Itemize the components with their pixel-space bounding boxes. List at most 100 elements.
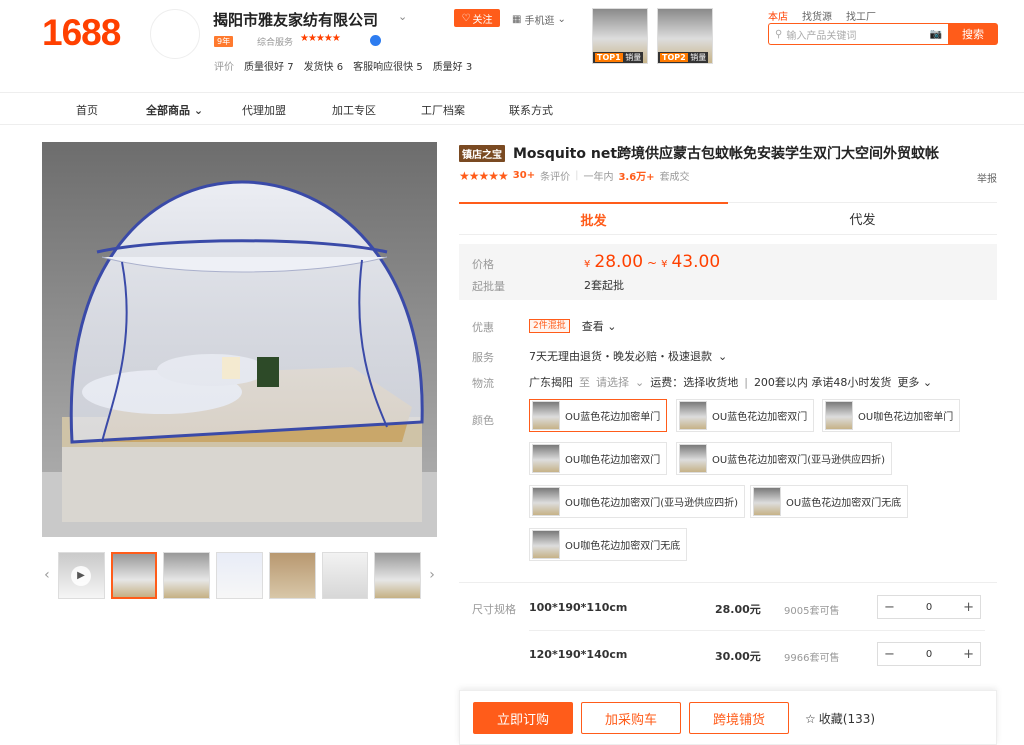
- minus-icon[interactable]: −: [884, 647, 895, 662]
- buy-now-button[interactable]: 立即订购: [473, 702, 573, 734]
- nav-processing[interactable]: 加工专区: [332, 102, 376, 118]
- price-panel: [459, 244, 997, 300]
- thumbnail-image[interactable]: [374, 551, 422, 599]
- thumbnail-image[interactable]: [163, 551, 211, 599]
- nav-agency[interactable]: 代理加盟: [242, 102, 286, 118]
- color-option[interactable]: OU蓝色花边加密双门(亚马逊供应四折): [676, 442, 892, 475]
- mobile-shop-link[interactable]: ▦ 手机逛 ⌄: [512, 12, 566, 27]
- logistics-label: 物流: [472, 377, 494, 390]
- favorite-label: 收藏(133): [818, 712, 876, 726]
- quantity-value[interactable]: 0: [926, 649, 932, 660]
- nav-all-products[interactable]: 全部商品 ⌄: [146, 102, 203, 118]
- price-label: 价格: [472, 258, 494, 271]
- review-count[interactable]: 30+: [513, 170, 535, 181]
- follow-label: 关注: [472, 14, 493, 26]
- mosquito-net-photo: [42, 142, 437, 537]
- color-option[interactable]: OU咖色花边加密双门: [529, 442, 668, 475]
- main-product-image[interactable]: [42, 142, 437, 537]
- follow-button[interactable]: ♡ 关注: [454, 9, 500, 27]
- service-label: 综合服务: [257, 38, 294, 48]
- chevron-down-icon: ⌄: [607, 320, 617, 333]
- verified-icon: [370, 35, 381, 46]
- sku-price: 28.00元: [715, 603, 761, 616]
- chevron-down-icon: ⌄: [193, 104, 204, 117]
- color-option[interactable]: OU蓝色花边加密双门无底: [750, 485, 909, 518]
- color-option[interactable]: OU咖色花边加密双门(亚马逊供应四折): [529, 485, 745, 518]
- nav-factory-profile[interactable]: 工厂档案: [421, 102, 465, 118]
- scope-find-source[interactable]: 找货源: [802, 8, 832, 23]
- rating-item: 客服响应很快 5: [353, 62, 423, 73]
- ship-from: 广东揭阳: [529, 376, 573, 389]
- chevron-down-icon: ⌄: [718, 349, 728, 363]
- scope-find-factory[interactable]: 找工厂: [846, 8, 876, 23]
- store-treasure-tag: 镇店之宝: [459, 144, 505, 162]
- sku-row: 120*190*140cm 30.00元 9966套可售 − 0 +: [459, 631, 997, 677]
- shop-name[interactable]: 揭阳市雅友家纺有限公司: [213, 9, 378, 30]
- logistics-row: 广东揭阳 至 请选择 ⌄ 运费：选择收货地 | 200套以内 承诺48小时发货 …: [529, 374, 933, 390]
- chevron-down-icon[interactable]: ⌄: [398, 10, 407, 23]
- plus-icon[interactable]: +: [963, 600, 974, 615]
- moq-label: 起批量: [472, 280, 505, 293]
- sku-stock: 9005套可售: [784, 606, 840, 617]
- promo-label: 优惠: [472, 321, 494, 334]
- thumbnail-image[interactable]: [268, 551, 316, 599]
- service-row-label: 服务: [472, 351, 494, 364]
- play-icon: ▶: [70, 565, 91, 586]
- heart-plus-icon: ♡: [461, 12, 471, 24]
- deal-label: 套成交: [659, 172, 690, 183]
- thumbnail-video[interactable]: ▶: [57, 551, 105, 599]
- sku-row: 100*190*110cm 28.00元 9005套可售 − 0 +: [459, 584, 997, 630]
- destination-select[interactable]: 请选择: [596, 374, 629, 390]
- quantity-value[interactable]: 0: [926, 602, 932, 613]
- report-link[interactable]: 举报: [977, 170, 997, 185]
- favorite-button[interactable]: ☆ 收藏(133): [805, 710, 875, 727]
- color-option[interactable]: OU咖色花边加密单门: [822, 399, 961, 432]
- camera-icon[interactable]: 📷: [930, 29, 942, 40]
- quantity-stepper: − 0 +: [877, 595, 981, 619]
- rating-label: 评价: [214, 62, 234, 73]
- cross-border-button[interactable]: 跨境铺货: [689, 702, 789, 734]
- add-to-cart-button[interactable]: 加采购车: [581, 702, 681, 734]
- top2-product-thumb[interactable]: TOP2 销量: [657, 8, 713, 64]
- qrcode-icon: ▦: [512, 14, 522, 25]
- thumbnail-image[interactable]: [321, 551, 369, 599]
- chevron-left-icon[interactable]: ‹: [42, 567, 52, 583]
- more-link[interactable]: 更多 ⌄: [897, 374, 932, 390]
- rating-item: 质量很好 7: [244, 62, 294, 73]
- nav-home[interactable]: 首页: [76, 102, 98, 118]
- thumbnail-image[interactable]: [216, 551, 263, 599]
- color-option[interactable]: OU蓝色花边加密双门: [676, 399, 815, 432]
- freight-info[interactable]: 运费：选择收货地: [650, 374, 738, 390]
- service-stars: ★★★★★: [300, 33, 341, 44]
- top1-product-thumb[interactable]: TOP1 销量: [592, 8, 648, 64]
- sku-size: 100*190*110cm: [529, 601, 628, 614]
- nav-contact[interactable]: 联系方式: [509, 102, 553, 118]
- shop-avatar[interactable]: [150, 9, 200, 59]
- tab-dropship[interactable]: 代发: [728, 202, 997, 234]
- scope-this-store[interactable]: 本店: [768, 8, 788, 23]
- tab-wholesale[interactable]: 批发: [459, 202, 728, 234]
- chevron-down-icon: ⌄: [557, 14, 566, 25]
- promo-tag[interactable]: 2件混批: [529, 319, 570, 333]
- product-rating-row: ★★★★★ 30+ 条评价 | 一年内 3.6万+ 套成交: [459, 168, 690, 184]
- store-nav: 首页 全部商品 ⌄ 代理加盟 加工专区 工厂档案 联系方式: [0, 92, 1024, 125]
- deal-count: 3.6万+: [618, 172, 655, 183]
- price-low: 28.00: [594, 252, 644, 272]
- product-title-row: 镇店之宝 Mosquito net跨境供应蒙古包蚊帐免安装学生双门大空间外贸蚊帐: [459, 143, 939, 163]
- color-option[interactable]: OU蓝色花边加密单门: [529, 399, 668, 432]
- plus-icon[interactable]: +: [963, 647, 974, 662]
- sku-stock: 9966套可售: [784, 653, 840, 664]
- thumbnail-image[interactable]: [110, 551, 158, 599]
- product-title: Mosquito net跨境供应蒙古包蚊帐免安装学生双门大空间外贸蚊帐: [513, 146, 940, 162]
- search-input[interactable]: ⚲ 输入产品关键词 📷: [768, 23, 948, 45]
- service-row[interactable]: 7天无理由退货・晚发必赔・极速退款 ⌄: [529, 348, 727, 364]
- rating-item: 质量好 3: [432, 62, 473, 73]
- search-button[interactable]: 搜索: [948, 23, 998, 45]
- search-scope-tabs: 本店 找货源 找工厂: [768, 8, 876, 23]
- site-logo[interactable]: 1688: [42, 12, 121, 54]
- minus-icon[interactable]: −: [884, 600, 895, 615]
- chevron-right-icon[interactable]: ›: [427, 567, 437, 583]
- promo-view[interactable]: 查看 ⌄: [582, 318, 617, 334]
- color-option[interactable]: OU咖色花边加密双门无底: [529, 528, 688, 561]
- rating-item: 发货快 6: [303, 62, 344, 73]
